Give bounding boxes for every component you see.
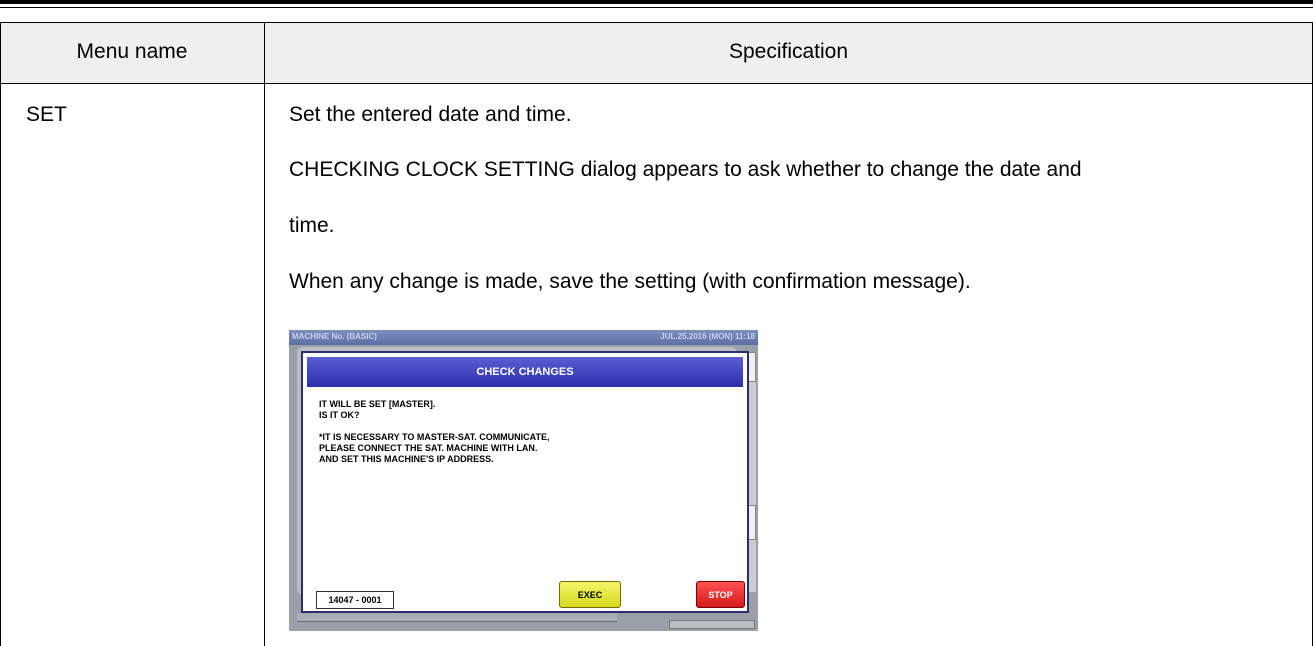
spec-line-2: CHECKING CLOCK SETTING dialog appears to… bbox=[289, 158, 1082, 181]
dialog-line-5: AND SET THIS MACHINE'S IP ADDRESS. bbox=[319, 454, 494, 464]
device-scroll-thumb-mid[interactable] bbox=[748, 505, 756, 540]
page-top-rule-thin bbox=[0, 7, 1313, 8]
header-specification: Specification bbox=[728, 40, 849, 63]
message-code-field: 14047 - 0001 bbox=[316, 591, 394, 609]
table-column-divider bbox=[264, 22, 265, 646]
device-scroll-thumb-top[interactable] bbox=[748, 352, 756, 382]
dialog-line-4: PLEASE CONNECT THE SAT. MACHINE WITH LAN… bbox=[319, 443, 538, 453]
spec-line-3: time. bbox=[289, 214, 335, 237]
dialog-title: CHECK CHANGES bbox=[307, 357, 743, 387]
exec-button[interactable]: EXEC bbox=[559, 581, 621, 608]
dialog-line-2: IS IT OK? bbox=[319, 410, 360, 420]
device-screenshot: MACHINE No. (BASIC) JUL.25.2016 (MON) 11… bbox=[289, 330, 758, 631]
spec-line-4: When any change is made, save the settin… bbox=[289, 270, 971, 293]
device-datetime: JUL.25.2016 (MON) 11:18 bbox=[660, 332, 755, 341]
page-top-rule bbox=[0, 0, 1313, 4]
device-bottom-right-panel bbox=[669, 620, 755, 629]
spec-line-1: Set the entered date and time. bbox=[289, 103, 572, 126]
dialog-line-3: *IT IS NECESSARY TO MASTER-SAT. COMMUNIC… bbox=[319, 432, 550, 442]
menu-name-cell: SET bbox=[26, 103, 67, 126]
device-machine-label: MACHINE No. (BASIC) bbox=[292, 332, 377, 341]
dialog-line-1: IT WILL BE SET [MASTER]. bbox=[319, 399, 436, 409]
table-left-border bbox=[0, 22, 1, 646]
device-status-bar: MACHINE No. (BASIC) JUL.25.2016 (MON) 11… bbox=[289, 330, 758, 345]
device-scrollbar[interactable] bbox=[748, 352, 756, 592]
device-bottom-tabs[interactable] bbox=[297, 613, 617, 622]
header-menu-name: Menu name bbox=[76, 40, 188, 63]
check-changes-dialog: CHECK CHANGES IT WILL BE SET [MASTER]. I… bbox=[301, 351, 749, 613]
stop-button[interactable]: STOP bbox=[696, 581, 745, 608]
